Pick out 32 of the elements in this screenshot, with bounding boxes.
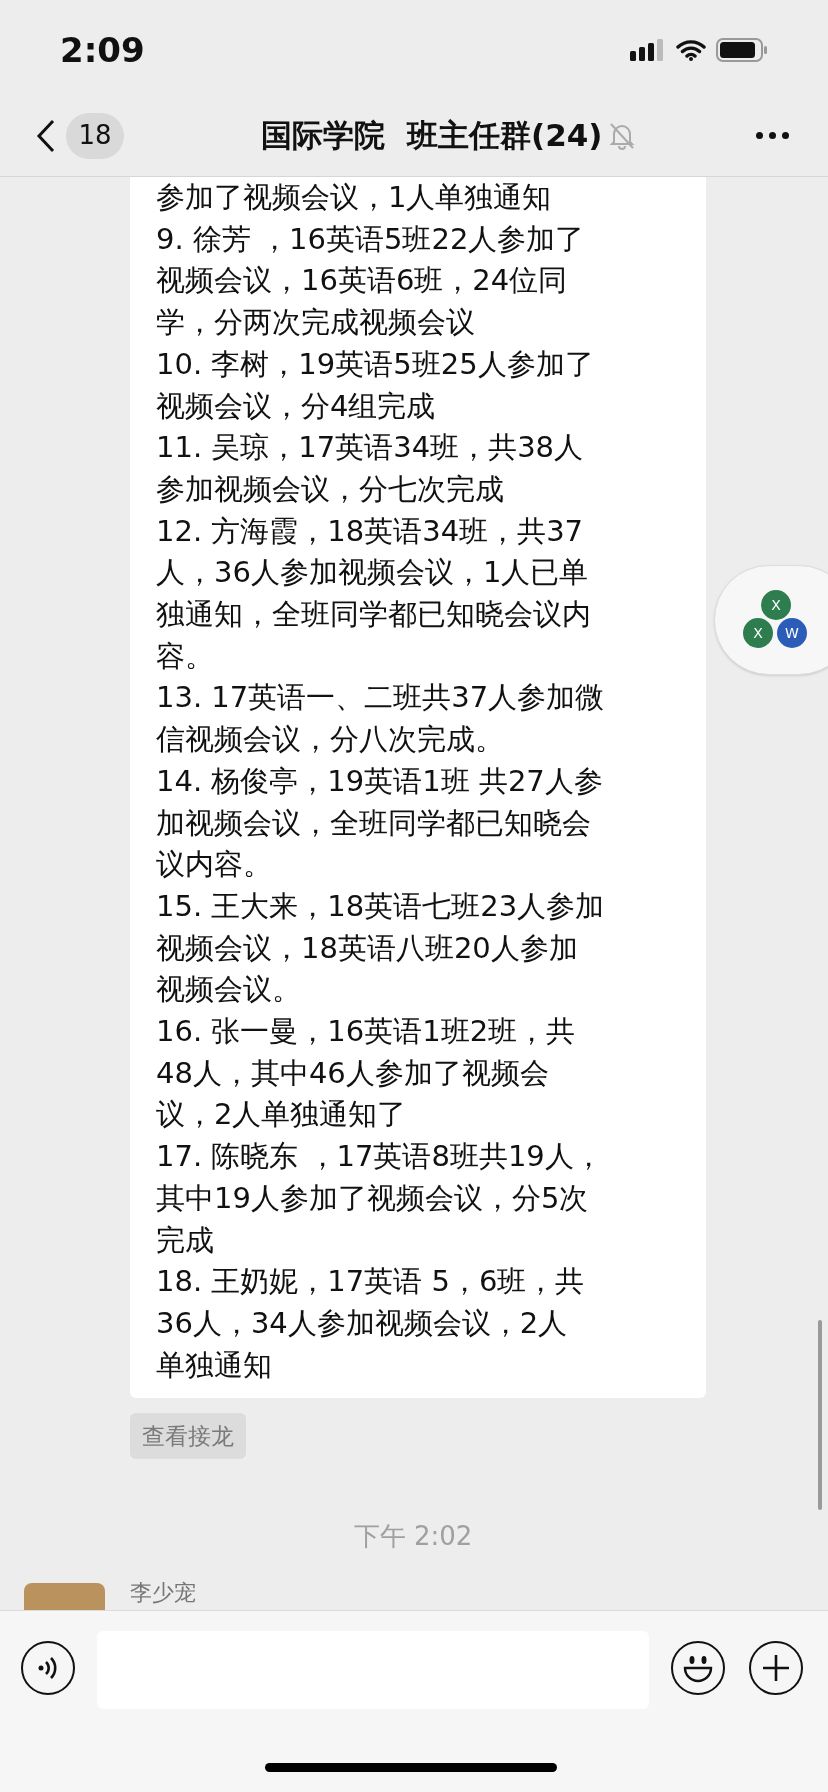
message-text: 16. 张一曼，16英语1班2班，共 48人，其中46人参加了视频会 议，2人单独通知了 [156, 1013, 577, 1134]
app-letter-icon: X [761, 590, 791, 620]
battery-icon [716, 38, 768, 62]
message-text: 12. 方海霞，18英语34班，共37 人，36人参加视频会议，1人已单 独通知，全班同学都已知晓会议内 容。 [156, 512, 592, 675]
voice-icon [37, 1655, 59, 1681]
message-text: 14. 杨俊亭，19英语1班 共27人参 加视频会议，全班同学都已知晓会 议内容。 [156, 762, 604, 884]
message-text: 17. 陈晓东 ，17英语8班共19人， 其中19人参加了视频会议，分5次 完成 [156, 1138, 604, 1259]
floating-widget[interactable]: X X W [714, 565, 828, 675]
message-text: 参加了视频会议，1人单独通知 [156, 179, 553, 216]
view-chain-button[interactable]: 查看接龙 [130, 1413, 246, 1460]
sender-name: 李少宠 [130, 1579, 197, 1608]
timestamp: 下午 2:02 [353, 1520, 473, 1554]
unread-count-badge: 18 [66, 112, 124, 159]
message-text: 13. 17英语一、二班共37人参加微 信视频会议，分八次完成。 [156, 679, 606, 759]
back-icon [36, 118, 56, 153]
voice-button[interactable] [21, 1641, 75, 1695]
signal-icon [630, 39, 666, 61]
emoji-button[interactable] [671, 1641, 725, 1695]
message-text: 11. 吴琼，17英语34班，共38人 参加视频会议，分七次完成 [156, 429, 585, 508]
app-letter-icon: W [777, 618, 807, 648]
chat-title: 国际学院 班主任群(24) [261, 116, 603, 156]
message-text: 9. 徐芳 ，16英语5班22人参加了 视频会议，16英语6班，24位同 学，分两次完成视频会议 [156, 220, 586, 342]
message-text: 18. 王奶妮，17英语 5，6班，共 36人，34人参加视频会议，2人 单独通知 [156, 1263, 586, 1384]
wifi-icon [676, 39, 706, 61]
app-letter-icon: X [743, 618, 773, 648]
message-text: 10. 李树，19英语5班25人参加了 视频会议，分4组完成 [156, 345, 595, 425]
message-text: 15. 王大来，18英语七班23人参加 视频会议，18英语八班20人参加 视频会议。 [156, 887, 606, 1009]
back-button[interactable]: 18 [36, 112, 124, 159]
emoji-icon [681, 1653, 715, 1683]
plus-icon [762, 1654, 790, 1682]
status-time: 2:09 [60, 28, 145, 72]
add-button[interactable] [749, 1641, 803, 1695]
